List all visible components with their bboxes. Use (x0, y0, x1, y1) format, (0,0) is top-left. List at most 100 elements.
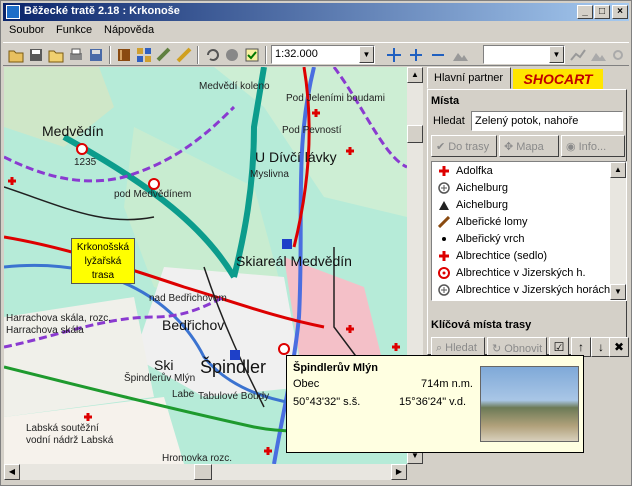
book-icon[interactable] (115, 46, 133, 64)
move-down-icon[interactable]: ↓ (591, 337, 611, 357)
refresh-icon: ↻ (492, 343, 502, 355)
list-item[interactable]: Adolfka (432, 163, 616, 180)
tooltip-altitude: 714m n.m. (421, 378, 473, 390)
callout-line-3: trasa (91, 270, 115, 281)
map-label-mysliva: Myslivna (250, 169, 289, 180)
scroll-thumb[interactable] (194, 464, 212, 480)
list-item[interactable]: Albrechtice (sedlo) (432, 248, 616, 265)
info-label: Info... (578, 141, 607, 153)
delete-icon[interactable]: ✖ (609, 337, 629, 357)
list-item-label: Aichelburg (456, 182, 508, 194)
open-folder-icon[interactable] (7, 46, 25, 64)
map-label-medvedi-koleno: Medvědí koleno (199, 81, 270, 92)
map-label-ski: Ski (154, 357, 174, 373)
route-icon[interactable] (569, 46, 587, 64)
zoom-in-icon[interactable] (407, 46, 425, 64)
profile-icon[interactable] (589, 46, 607, 64)
map-label-u-divci: U Dívčí lávky (255, 149, 337, 165)
ruler-icon[interactable] (155, 46, 173, 64)
list-item-label: Albrechtice v Jizerských h. (456, 267, 586, 279)
chevron-down-icon[interactable]: ▼ (359, 46, 374, 63)
map-label-labska: vodní nádrž Labská (26, 435, 114, 446)
scroll-thumb[interactable] (407, 125, 423, 143)
settings-icon[interactable] (609, 46, 627, 64)
grid-icon[interactable] (135, 46, 153, 64)
list-item[interactable]: Albrechtice v Jizerských h. (432, 265, 616, 282)
toolbar-separator (197, 46, 199, 64)
chevron-down-icon[interactable]: ▼ (549, 46, 564, 63)
list-item[interactable]: Albrechtice v Jizerských horách (432, 282, 616, 299)
menu-napoveda[interactable]: Nápověda (104, 24, 154, 36)
callout-line-1: Krkonošská (76, 242, 130, 253)
move-up-icon[interactable]: ↑ (571, 337, 591, 357)
save-icon[interactable] (27, 46, 45, 64)
title-bar[interactable]: Běžecké tratě 2.18 : Krkonoše _ □ × (3, 3, 629, 21)
place-photo (480, 366, 579, 442)
map-label-spindler: Špindler (200, 357, 267, 377)
mista-title: Místa (431, 95, 460, 107)
route-title: Klíčová místa trasy (431, 319, 532, 331)
mapa-label: Mapa (516, 141, 544, 153)
list-item-label: Albeřický vrch (456, 233, 525, 245)
scroll-right-button[interactable]: ▶ (391, 464, 407, 480)
list-item-label: Adolfka (456, 165, 493, 177)
map-label-medvedin: Medvědín (42, 123, 104, 139)
list-item[interactable]: Aichelburg (432, 180, 616, 197)
ruin-icon (438, 182, 450, 194)
obnovit-label: Obnovit (504, 343, 543, 355)
checklist-icon[interactable]: ☑ (549, 337, 569, 357)
mountain-icon (438, 199, 450, 211)
stop-icon[interactable] (223, 46, 241, 64)
eye-icon: ◉ (566, 141, 576, 153)
ruin-icon (438, 284, 450, 296)
list-item-label: Albrechtice (sedlo) (456, 250, 548, 262)
app-window: Běžecké tratě 2.18 : Krkonoše _ □ × Soub… (0, 0, 632, 486)
tooltip-title: Špindlerův Mlýn (293, 362, 378, 374)
print-icon[interactable] (67, 46, 85, 64)
pencil-icon[interactable] (175, 46, 193, 64)
shocart-logo: SHOCART (513, 69, 603, 89)
red-cross-icon (438, 250, 450, 262)
map-label-skiareal: Skiareál Medvědín (236, 253, 352, 269)
scroll-up-button[interactable]: ▲ (407, 67, 423, 83)
list-item[interactable]: Albeřické lomy (432, 214, 616, 231)
search-input[interactable]: Zelený potok, nahoře (471, 111, 623, 131)
menu-soubor[interactable]: Soubor (9, 24, 44, 36)
places-list[interactable]: ▲ ▼ Adolfka Aichelburg Aichelburg Albeřické… (431, 161, 627, 301)
undo-icon[interactable] (203, 46, 221, 64)
maximize-button[interactable]: □ (594, 5, 610, 19)
trail-callout: Krkonošská lyžařská trasa (71, 238, 135, 284)
list-item[interactable]: Albeřický vrch (432, 231, 616, 248)
map-label-bedrichov: Bedřichov (162, 317, 225, 333)
tooltip-longitude: 15°36'24" v.d. (399, 396, 467, 408)
menu-funkce[interactable]: Funkce (56, 24, 92, 36)
map-label-pod-medvedinem: pod Medvědínem (114, 189, 192, 200)
folder-icon[interactable] (47, 46, 65, 64)
toolbar-separator (265, 46, 267, 64)
map-label-labe: Labe (172, 389, 195, 400)
map-horizontal-scrollbar[interactable]: ◀ ▶ (4, 464, 407, 480)
app-icon (6, 5, 20, 19)
check-icon[interactable] (243, 46, 261, 64)
scroll-left-button[interactable]: ◀ (4, 464, 20, 480)
layer-select[interactable]: ▼ (483, 45, 565, 64)
map-label-nad-bedrichovem: nad Bedřichovem (149, 293, 227, 304)
do-trasy-button[interactable]: ✔ Do trasy (431, 135, 497, 157)
list-item[interactable]: Aichelburg (432, 197, 616, 214)
list-item-label: Aichelburg (456, 199, 508, 211)
map-label-pod-pevnosti: Pod Pevností (282, 125, 342, 136)
list-item-label: Albrechtice v Jizerských horách (456, 284, 611, 296)
save-disk-icon[interactable] (87, 46, 105, 64)
mapa-button[interactable]: ✥ Mapa (499, 135, 559, 157)
zoom-icon[interactable] (385, 46, 403, 64)
list-item-label: Albeřické lomy (456, 216, 528, 228)
terrain-icon[interactable] (451, 46, 469, 64)
info-button[interactable]: ◉ Info... (561, 135, 625, 157)
close-button[interactable]: × (612, 5, 628, 19)
minimize-button[interactable]: _ (577, 5, 593, 19)
scale-select[interactable]: 1:32.000 ▼ (271, 45, 375, 64)
tooltip-latitude: 50°43'32" s.š. (293, 396, 361, 408)
zoom-out-icon[interactable] (429, 46, 447, 64)
tab-partner[interactable]: Hlavní partner (427, 67, 511, 89)
callout-line-2: lyžařská (84, 256, 122, 267)
